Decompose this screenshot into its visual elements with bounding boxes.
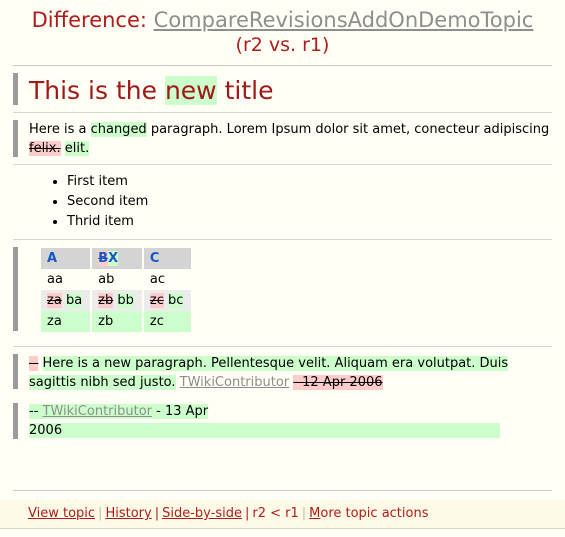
changed-paragraph: Here is a changed paragraph. Lorem Ipsum… — [29, 120, 552, 158]
history-label: istory — [115, 506, 152, 521]
table-cell: za ba — [41, 290, 93, 311]
list-item: First item — [67, 172, 552, 191]
table-header-cell-c: C — [142, 248, 192, 269]
heading-text-before: This is the — [29, 76, 165, 105]
topic-heading: This is the new title — [29, 75, 552, 107]
table-header-cell-a: A — [41, 248, 93, 269]
accesskey-v: V — [28, 506, 37, 521]
table-cell: zb — [91, 311, 144, 332]
table-cell: aa — [41, 269, 93, 290]
table-cell: zb bb — [91, 290, 144, 311]
accesskey-m: M — [309, 506, 321, 521]
table-header-row: A BX C — [41, 248, 192, 269]
more-topic-actions-label: ore topic actions — [320, 506, 429, 521]
heading-text-after: title — [216, 76, 274, 105]
view-topic-label: iew topic — [36, 506, 96, 521]
cell-inserted-text: ba — [65, 293, 83, 308]
table-cell: ac — [142, 269, 192, 290]
table-cell: ab — [91, 269, 144, 290]
bullet-list: First item Second item Thrid item — [29, 172, 552, 231]
table-header-inserted-x: X — [108, 251, 119, 266]
new-paragraph: -- Here is a new paragraph. Pellentesque… — [29, 354, 552, 392]
diff-block-table: A BX C aa ab ac za ba zb bb zc bc za zb — [13, 240, 552, 338]
diff-block-paragraph: Here is a changed paragraph. Lorem Ipsum… — [13, 113, 552, 164]
diff-block-list: First item Second item Thrid item — [13, 165, 552, 239]
cell-deleted-text: zc — [149, 293, 164, 308]
more-topic-actions-link[interactable]: More topic actions — [309, 506, 428, 521]
footer-separator: | — [154, 506, 160, 521]
paragraph-text-2: paragraph. Lorem Ipsum dolor sit amet, c… — [146, 122, 550, 137]
diff-block-title: This is the new title — [13, 66, 552, 112]
cell-inserted-text: zc — [149, 314, 164, 329]
page-title: Difference: CompareRevisionsAddOnDemoTop… — [0, 0, 565, 57]
cell-inserted-text: zb — [98, 314, 114, 329]
list-item: Thrid item — [67, 212, 552, 231]
table-row: za ba zb bb zc bc — [41, 290, 192, 311]
revision-compare-label[interactable]: r2 < r1 — [252, 506, 298, 521]
table-cell: zc — [142, 311, 192, 332]
signature-paragraph: -- TWikiContributor - 13 Apr 2006 — [29, 402, 552, 440]
footer-separator: | — [244, 506, 250, 521]
paragraph-deleted-word: felix. — [29, 141, 61, 156]
cell-deleted-text: za — [47, 293, 62, 308]
signature-separator: - — [152, 404, 165, 419]
view-topic-link[interactable]: View topic — [28, 506, 95, 521]
table-row: aa ab ac — [41, 269, 192, 290]
signature-dashes: -- — [29, 404, 39, 419]
topic-action-bar: View topic | History | Side-by-side | r2 < r1 |… — [0, 500, 565, 529]
contributor-link[interactable]: TWikiContributor — [43, 404, 152, 419]
table-header-cell-b: BX — [91, 248, 144, 269]
cell-deleted-text: zb — [98, 293, 114, 308]
footer: View topic | History | Side-by-side | r2 < r1 |… — [0, 490, 565, 537]
new-paragraph-deleted-dash: -- — [29, 356, 39, 371]
diff-block-signature: -- TWikiContributor - 13 Apr 2006 — [13, 396, 552, 446]
difference-label: Difference: — [31, 8, 147, 32]
divider-footer — [13, 490, 552, 491]
new-paragraph-deleted-date: - 12 Apr 2006 — [293, 375, 383, 390]
diff-block-new-paragraph: -- Here is a new paragraph. Pellentesque… — [13, 347, 552, 396]
accesskey-h: H — [105, 506, 116, 521]
table-cell: za — [41, 311, 93, 332]
paragraph-inserted-word-2: elit. — [64, 141, 90, 156]
contributor-link[interactable]: TWikiContributor — [180, 375, 289, 390]
paragraph-inserted-word: changed — [90, 122, 147, 137]
cell-inserted-text: za — [47, 314, 62, 329]
heading-inserted-word: new — [164, 76, 217, 105]
signature-highlight: -- TWikiContributor - 13 Apr 2006 — [29, 404, 501, 438]
cell-inserted-text: bc — [168, 293, 184, 308]
cell-inserted-text: bb — [117, 293, 134, 308]
footer-separator: | — [98, 506, 103, 521]
history-link[interactable]: History — [105, 506, 151, 521]
side-by-side-link[interactable]: Side-by-side — [162, 506, 242, 521]
table-row: za zb zc — [41, 311, 192, 332]
list-item: Second item — [67, 192, 552, 211]
diff-page: Difference: CompareRevisionsAddOnDemoTop… — [0, 0, 565, 537]
topic-link[interactable]: CompareRevisionsAddOnDemoTopic — [154, 8, 534, 32]
table-cell: zc bc — [142, 290, 192, 311]
diff-table: A BX C aa ab ac za ba zb bb zc bc za zb — [41, 248, 192, 332]
table-header-deleted-b: B — [98, 251, 109, 266]
side-by-side-label: ide-by-side — [170, 506, 242, 521]
footer-separator: | — [301, 506, 307, 521]
paragraph-text-1: Here is a — [29, 122, 91, 137]
revision-comparison-label: (r2 vs. r1) — [235, 34, 330, 56]
